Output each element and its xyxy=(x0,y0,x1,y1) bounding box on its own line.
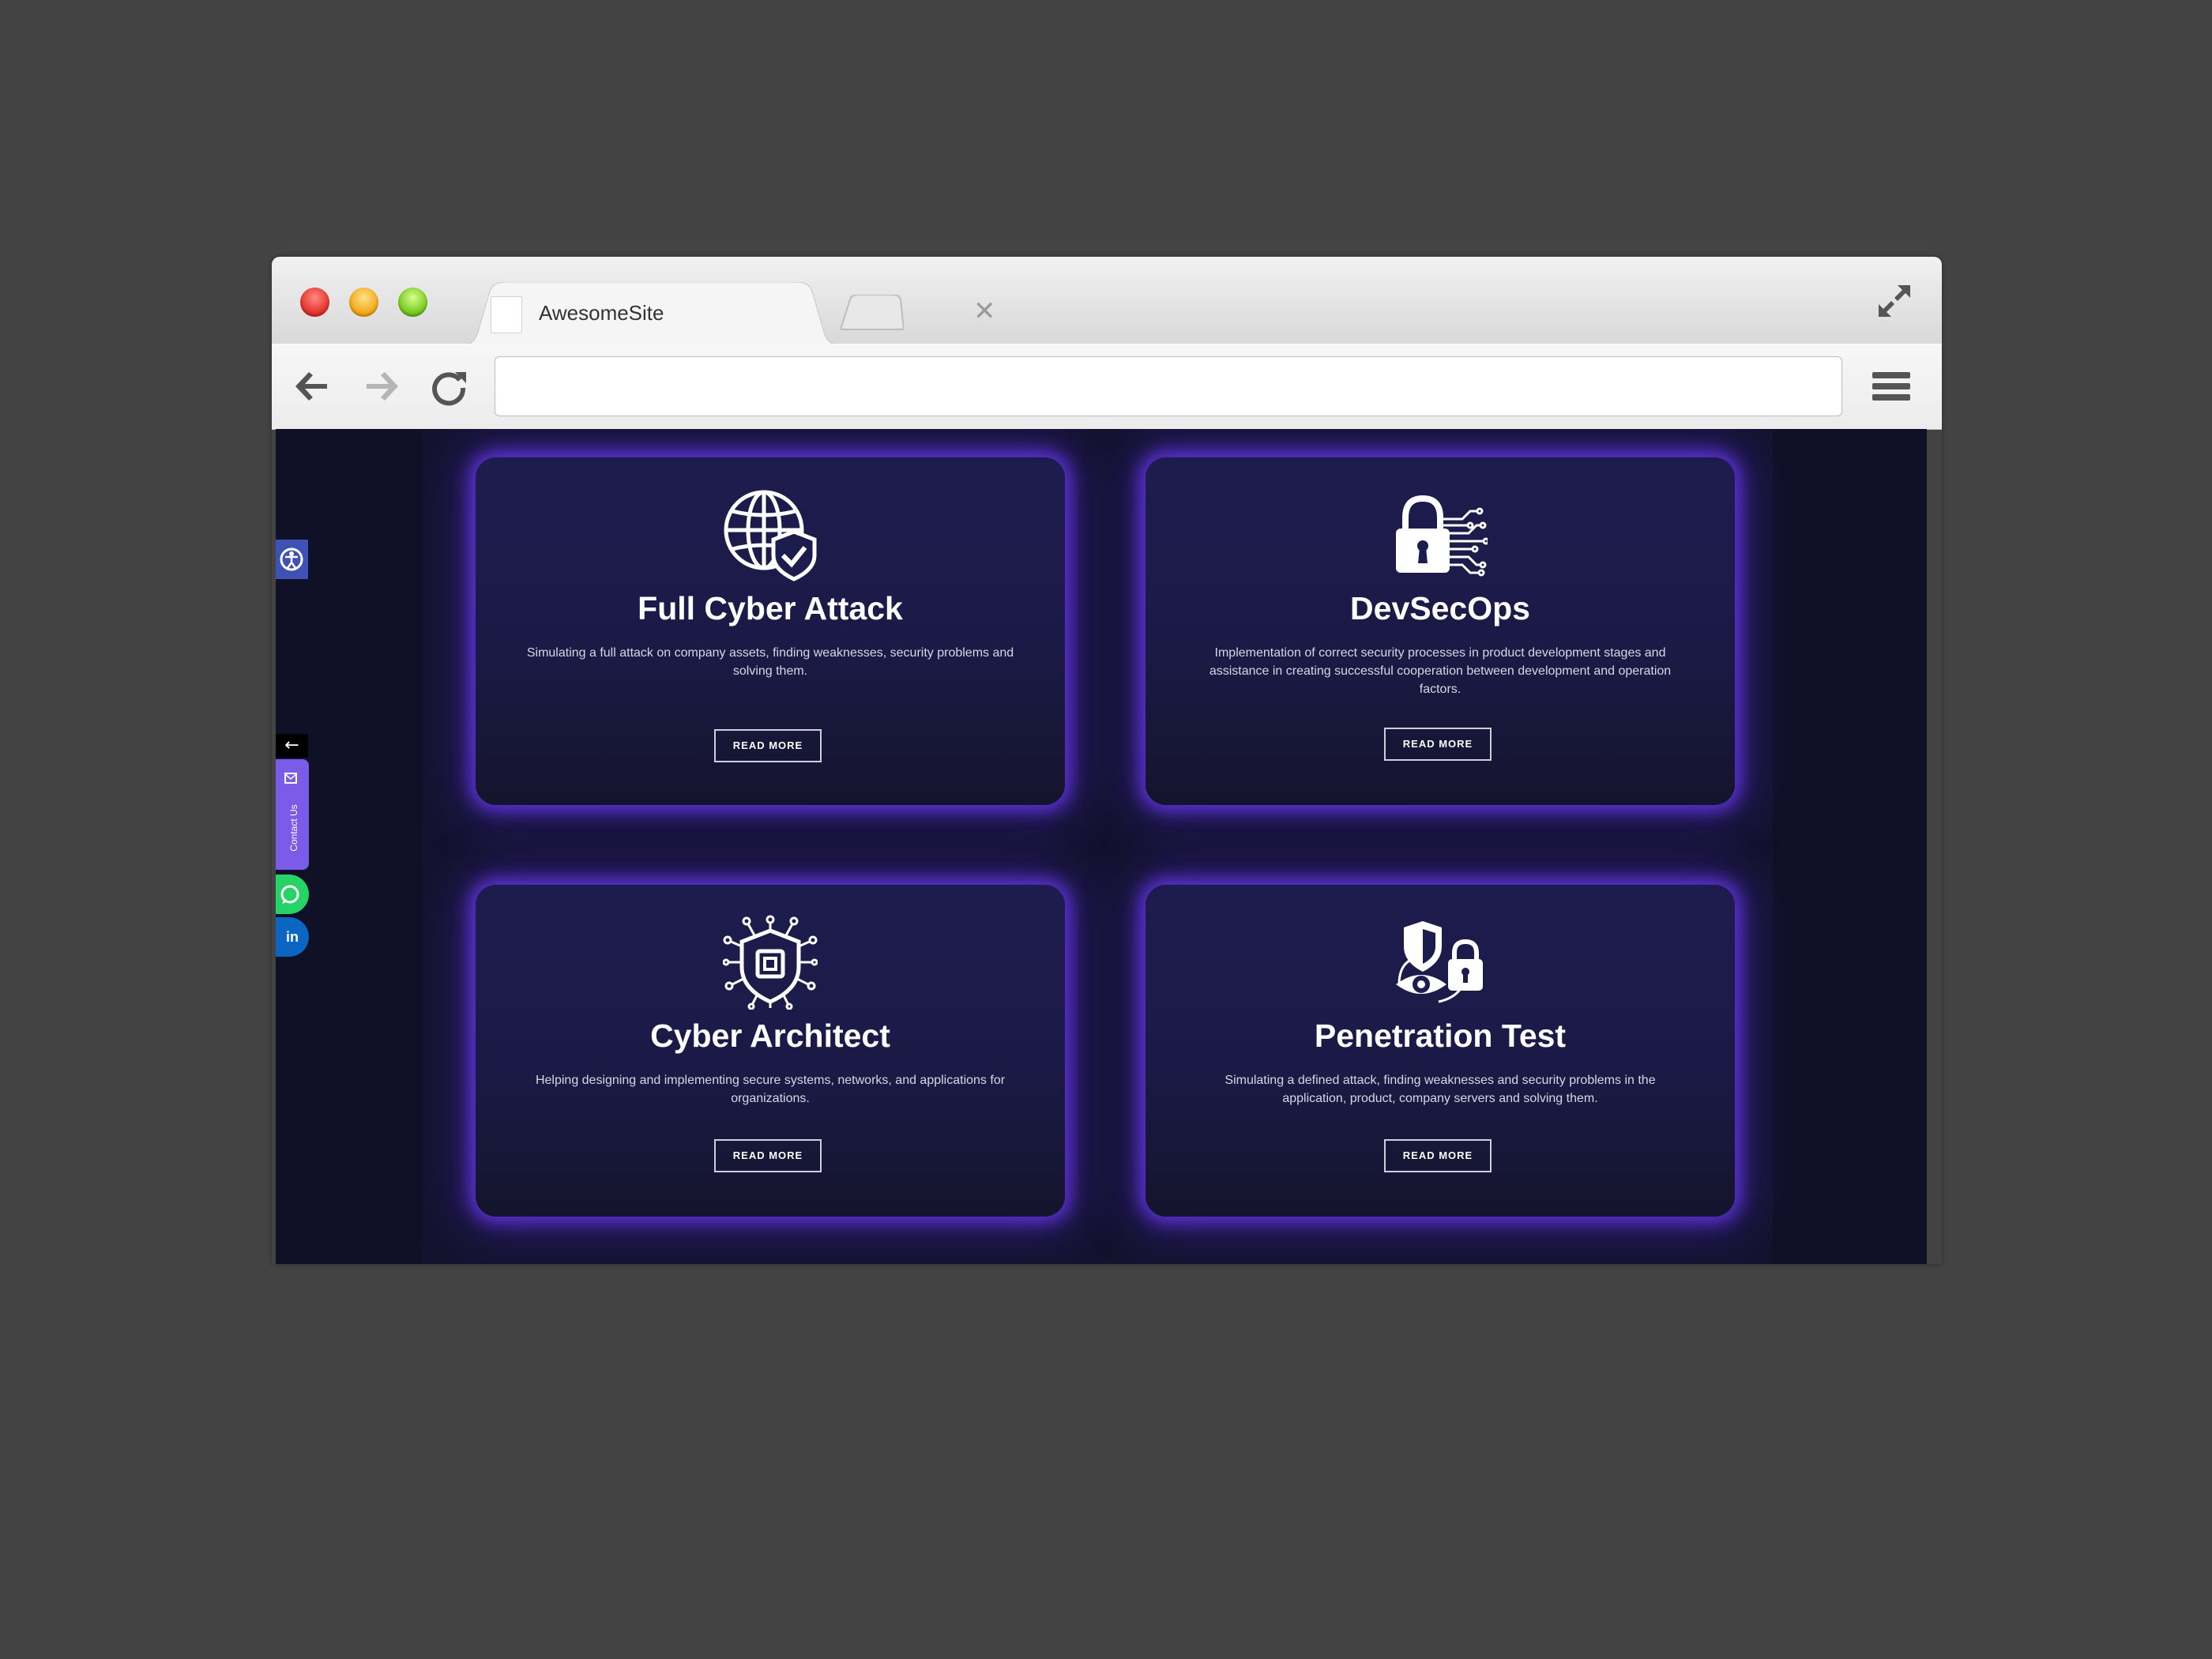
lock-circuit-icon xyxy=(1396,495,1488,577)
title-bar: AwesomeSite ✕ xyxy=(272,257,1942,345)
globe-shield-icon xyxy=(724,490,817,581)
accessibility-icon xyxy=(280,547,303,571)
card-title: Full Cyber Attack xyxy=(638,590,903,626)
read-more-button[interactable]: READ MORE xyxy=(714,1139,822,1172)
page-viewport: Full Cyber Attack Simulating a full atta… xyxy=(276,429,1927,1264)
read-more-button[interactable]: READ MORE xyxy=(714,729,822,762)
card-title: DevSecOps xyxy=(1350,590,1530,626)
read-more-button[interactable]: READ MORE xyxy=(1384,1139,1492,1172)
whatsapp-icon xyxy=(280,885,299,904)
fullscreen-icon[interactable] xyxy=(1874,280,1915,322)
hamburger-menu-icon[interactable] xyxy=(1871,367,1912,405)
whatsapp-button[interactable] xyxy=(276,875,309,914)
close-window-button[interactable] xyxy=(300,288,329,317)
card-description: Simulating a full attack on company asse… xyxy=(526,646,1014,678)
new-tab-button[interactable] xyxy=(841,295,904,331)
card-title: Penetration Test xyxy=(1314,1018,1567,1054)
contact-us-tab[interactable]: Contact Us xyxy=(276,759,309,870)
reload-icon[interactable] xyxy=(427,366,471,407)
minimize-window-button[interactable] xyxy=(349,288,378,317)
contact-us-label: Contact Us xyxy=(288,804,299,852)
card-title: Cyber Architect xyxy=(650,1018,890,1054)
maximize-window-button[interactable] xyxy=(398,288,427,317)
back-arrow-icon[interactable] xyxy=(291,366,335,407)
card-description: Simulating a defined attack, finding wea… xyxy=(1224,1074,1656,1105)
card-full-cyber-attack: Full Cyber Attack Simulating a full atta… xyxy=(476,457,1065,805)
address-bar[interactable] xyxy=(495,356,1842,416)
mail-icon xyxy=(284,773,297,784)
forward-arrow-icon[interactable] xyxy=(359,366,403,407)
tab-close-icon[interactable]: ✕ xyxy=(973,298,996,325)
chip-network-icon xyxy=(723,915,818,1010)
linkedin-button[interactable]: in xyxy=(276,917,309,957)
accessibility-button[interactable] xyxy=(276,540,308,579)
favicon-icon xyxy=(491,296,522,333)
card-description: Helping designing and implementing secur… xyxy=(535,1074,1006,1105)
collapse-sidebar-button[interactable]: ← xyxy=(276,734,308,758)
tab-title: AwesomeSite xyxy=(539,301,664,325)
tab-awesomesite[interactable]: AwesomeSite ✕ xyxy=(461,282,996,345)
read-more-button[interactable]: READ MORE xyxy=(1384,728,1492,761)
card-cyber-architect: Cyber Architect Helping designing and im… xyxy=(476,885,1065,1217)
shield-eye-lock-icon xyxy=(1396,921,1483,1003)
card-penetration-test: Penetration Test Simulating a defined at… xyxy=(1146,885,1735,1217)
card-devsecops: DevSecOps Implementation of correct secu… xyxy=(1146,457,1735,805)
card-description: Implementation of correct security proce… xyxy=(1209,646,1672,696)
browser-window: AwesomeSite ✕ Full Cyber Attack Simulati… xyxy=(272,257,1942,1264)
browser-toolbar xyxy=(272,344,1942,430)
